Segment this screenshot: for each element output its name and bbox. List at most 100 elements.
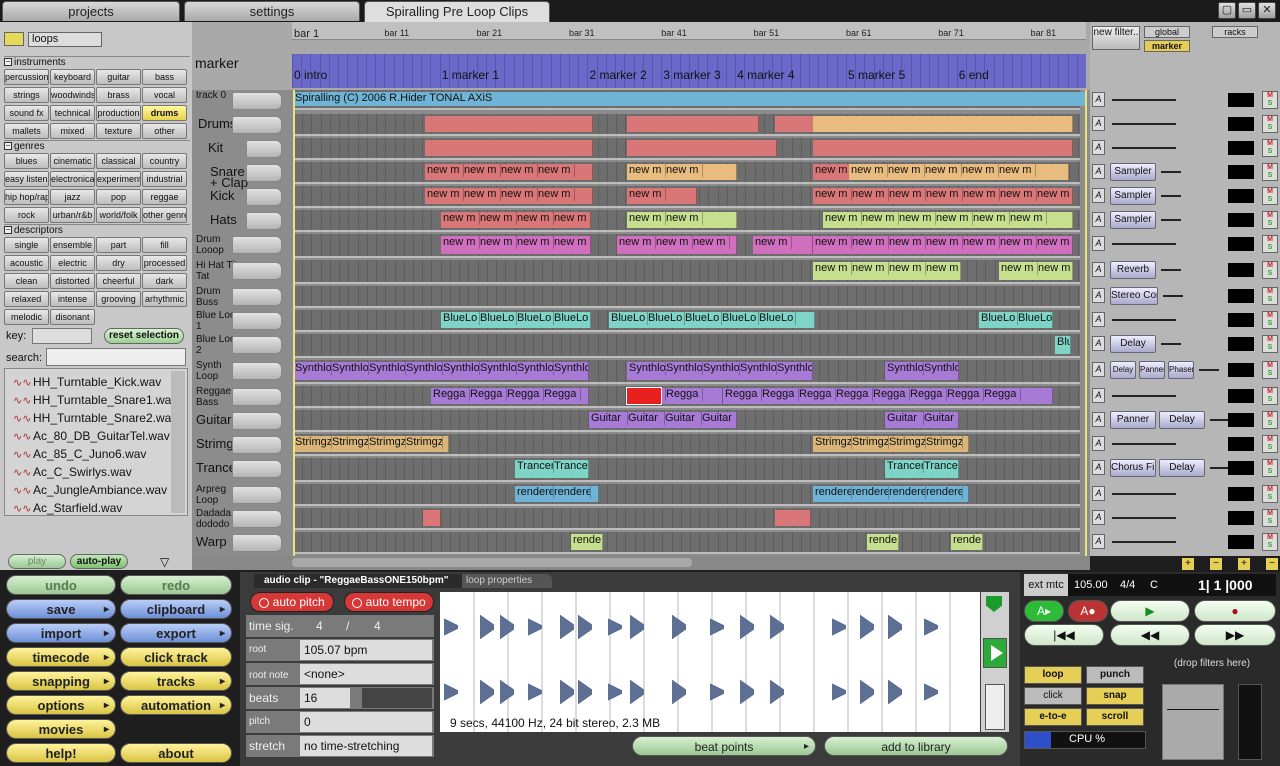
- plugin-delay[interactable]: Delay: [1159, 411, 1205, 429]
- automation-button[interactable]: automation: [120, 695, 232, 716]
- reset-selection-button[interactable]: reset selection: [104, 328, 184, 344]
- tag-technical[interactable]: technical: [50, 105, 95, 121]
- clip[interactable]: [813, 140, 1073, 156]
- volume-slider[interactable]: [1112, 517, 1176, 519]
- save-button[interactable]: save: [6, 599, 116, 620]
- pitch-offset-field[interactable]: 0: [300, 712, 432, 732]
- tag-electric[interactable]: electric: [50, 255, 95, 271]
- volume-slider[interactable]: [1112, 99, 1176, 101]
- auto-record-icon[interactable]: A▸: [1024, 600, 1064, 622]
- tag-brass[interactable]: brass: [96, 87, 141, 103]
- clip[interactable]: new m new m new m new m: [813, 262, 961, 280]
- clip[interactable]: new m new m new m new m: [425, 188, 593, 204]
- section-descriptors[interactable]: − descriptors: [4, 224, 190, 236]
- clip[interactable]: rende: [571, 534, 603, 550]
- marker-item[interactable]: 5 marker 5: [848, 68, 905, 82]
- timecode-button[interactable]: timecode: [6, 647, 116, 668]
- volume-slider[interactable]: [1112, 541, 1176, 543]
- key-display[interactable]: C: [1150, 574, 1158, 596]
- waveform-view[interactable]: 9 secs, 44100 Hz, 24 bit stereo, 2.3 MB: [440, 592, 980, 732]
- stretch-select[interactable]: no time-stretching: [300, 736, 432, 756]
- clip[interactable]: new mnew mnew m: [617, 236, 737, 254]
- volume-slider[interactable]: [1161, 195, 1181, 197]
- auto-pitch-button[interactable]: auto pitch: [250, 592, 334, 612]
- file-list-scrollbar[interactable]: [171, 371, 185, 513]
- file-item[interactable]: ∿∿ Ac_80_DB_GuitarTel.wav: [13, 427, 175, 445]
- mute-solo-icon[interactable]: MS: [1262, 533, 1278, 551]
- about-button[interactable]: about: [120, 743, 232, 763]
- plugin-delay[interactable]: Delay: [1110, 335, 1156, 353]
- clip[interactable]: new m new m new m new m new m new m: [823, 212, 1073, 228]
- automation-icon[interactable]: A: [1092, 262, 1105, 277]
- track-name[interactable]: Kit: [208, 141, 248, 154]
- category-dropdown[interactable]: loops: [28, 32, 102, 47]
- track-selector[interactable]: [246, 212, 282, 230]
- tag-experimental[interactable]: experimental: [96, 171, 141, 187]
- selected-clip[interactable]: [626, 387, 662, 405]
- movies-button[interactable]: movies: [6, 719, 116, 740]
- mute-solo-icon[interactable]: MS: [1262, 261, 1278, 279]
- add-to-library-button[interactable]: add to library: [824, 736, 1008, 756]
- track-lane[interactable]: rende rende rende: [293, 532, 1080, 554]
- clip[interactable]: new m new m new m new m new m: [849, 164, 1069, 180]
- track-selector[interactable]: [232, 534, 282, 552]
- file-item[interactable]: ∿∿ HH_Turntable_Kick.wav: [13, 373, 175, 391]
- volume-slider[interactable]: [1112, 123, 1176, 125]
- position-display[interactable]: 1| 1 |000: [1198, 574, 1253, 596]
- click-toggle[interactable]: click: [1024, 687, 1082, 705]
- tag-mixed[interactable]: mixed: [50, 123, 95, 139]
- volume-slider[interactable]: ▽: [160, 555, 169, 569]
- tag-disonant[interactable]: disonant: [50, 309, 95, 325]
- tag-grooving[interactable]: grooving: [96, 291, 141, 307]
- volume-slider[interactable]: [1163, 295, 1183, 297]
- clip[interactable]: [425, 116, 593, 132]
- autoplay-toggle[interactable]: auto-play: [70, 554, 128, 569]
- track-selector[interactable]: [232, 262, 282, 280]
- tag-drums[interactable]: drums: [142, 105, 187, 121]
- minimize-icon[interactable]: ▭: [1238, 2, 1256, 19]
- clip[interactable]: Guitar Guitar: [885, 412, 959, 428]
- clip[interactable]: new m new m: [627, 212, 737, 228]
- key-select[interactable]: [32, 328, 92, 344]
- track-selector[interactable]: [232, 336, 282, 354]
- redo-button[interactable]: redo: [120, 575, 232, 595]
- rewind-start-icon[interactable]: |◀◀: [1024, 624, 1104, 646]
- automation-icon[interactable]: A: [1092, 92, 1105, 107]
- clip[interactable]: StrimgzStrimgzStrimgzStrimgz: [293, 436, 449, 452]
- track-lane[interactable]: Synthloop150Synthloop150Synthloop150Synt…: [293, 360, 1080, 384]
- tag-melodic[interactable]: melodic: [4, 309, 49, 325]
- clip[interactable]: new m new m: [627, 164, 737, 180]
- tag-processed[interactable]: processed: [142, 255, 187, 271]
- mute-solo-icon[interactable]: MS: [1262, 311, 1278, 329]
- file-item[interactable]: ∿∿ HH_Turntable_Snare1.wav: [13, 391, 175, 409]
- tab-projects[interactable]: projects: [2, 1, 180, 21]
- volume-slider[interactable]: [1199, 369, 1219, 371]
- tab-edit[interactable]: Spiralling Pre Loop Clips: [364, 1, 550, 22]
- track-lane[interactable]: [293, 114, 1080, 136]
- help-button[interactable]: help!: [6, 743, 116, 763]
- global-button[interactable]: global: [1144, 26, 1190, 38]
- tempo-display[interactable]: 105.00: [1074, 574, 1108, 596]
- automation-icon[interactable]: A: [1092, 188, 1105, 203]
- ts-numerator[interactable]: 4: [316, 615, 323, 637]
- automation-icon[interactable]: A: [1092, 312, 1105, 327]
- mute-solo-icon[interactable]: MS: [1262, 211, 1278, 229]
- tag-part[interactable]: part: [96, 237, 141, 253]
- tag-distorted[interactable]: distorted: [50, 273, 95, 289]
- plugin-panner[interactable]: Panner: [1139, 361, 1165, 379]
- export-button[interactable]: export: [120, 623, 232, 644]
- tag-other[interactable]: other: [142, 123, 187, 139]
- tag-acoustic[interactable]: acoustic: [4, 255, 49, 271]
- search-input[interactable]: [46, 348, 186, 366]
- tracks-button[interactable]: tracks: [120, 671, 232, 692]
- clip[interactable]: new m new m new m new m: [441, 212, 591, 228]
- volume-slider[interactable]: [1161, 343, 1181, 345]
- clip[interactable]: new m new m new m new m new m new m new m: [813, 188, 1073, 204]
- punch-toggle[interactable]: punch: [1086, 666, 1144, 684]
- auto-arm-icon[interactable]: A●: [1068, 600, 1108, 622]
- marker-item[interactable]: 6 end: [959, 68, 989, 82]
- track-lane[interactable]: [293, 286, 1080, 308]
- clip[interactable]: rendered trackrendered track: [515, 486, 599, 502]
- tag-intense[interactable]: intense: [50, 291, 95, 307]
- track-lane[interactable]: Blu: [293, 334, 1080, 358]
